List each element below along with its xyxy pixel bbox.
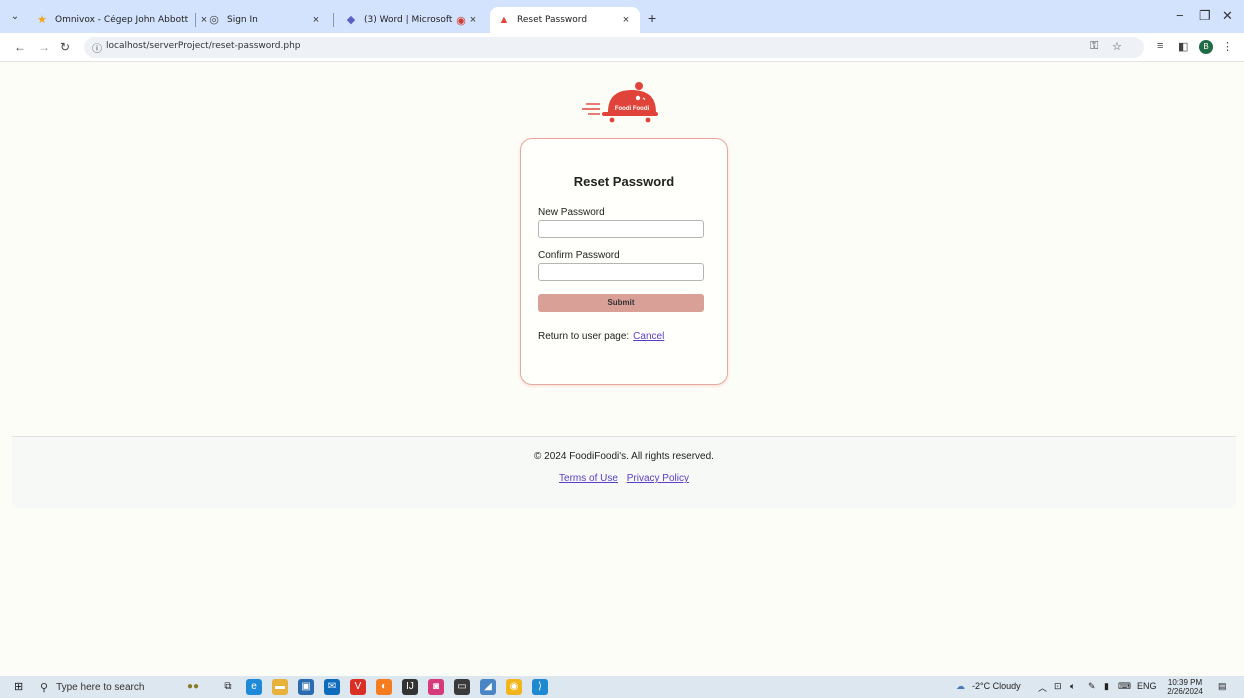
keyboard-icon[interactable]: ⌨ xyxy=(1118,681,1131,692)
password-key-icon[interactable]: ⚿ xyxy=(1090,40,1098,53)
network-icon[interactable]: ⊡ xyxy=(1054,681,1062,692)
file-explorer-icon[interactable]: ▬ xyxy=(272,679,288,695)
tab-title: Sign In xyxy=(227,15,258,25)
minimize-icon[interactable]: − xyxy=(1176,8,1184,23)
window-close-icon[interactable]: ✕ xyxy=(1222,8,1233,24)
firefox-icon[interactable]: ◐ xyxy=(376,679,392,695)
cloud-icon: ☁ xyxy=(956,681,965,691)
reading-list-icon[interactable]: ≡ xyxy=(1157,40,1163,52)
tab-title: Reset Password xyxy=(517,15,588,25)
tab-search-icon[interactable]: ⌄ xyxy=(8,10,22,24)
clock-date: 2/26/2024 xyxy=(1167,687,1203,696)
volume-icon[interactable]: 🔈︎ xyxy=(1070,681,1075,692)
back-icon[interactable]: ← xyxy=(14,40,26,54)
mail-icon[interactable]: ✉ xyxy=(324,679,340,695)
pen-icon[interactable]: ✎ xyxy=(1088,681,1096,692)
return-text: Return to user page: xyxy=(538,331,630,342)
new-password-label: New Password xyxy=(538,207,605,218)
browser-tab[interactable]: ★ Omnivox - Cégep John Abbott × xyxy=(28,7,218,33)
address-bar[interactable]: ⓘ localhost/serverProject/reset-password… xyxy=(84,37,1144,58)
language-indicator[interactable]: ENG xyxy=(1137,681,1157,691)
page-footer: © 2024 FoodiFoodi's. All rights reserved… xyxy=(12,436,1236,508)
browser-tab[interactable]: ◆ (3) Word | Microsoft Teams ◉ × xyxy=(337,7,487,33)
browser-tab[interactable]: ◎ Sign In × xyxy=(200,7,330,33)
taskbar-search[interactable]: ⚲ Type here to search xyxy=(40,677,160,697)
foodi-foodi-logo: Foodi Foodi xyxy=(582,82,658,123)
forward-icon[interactable]: → xyxy=(38,40,50,54)
footer-links: Terms of Use Privacy Policy xyxy=(12,473,1236,484)
ide-icon[interactable]: IJ xyxy=(402,679,418,695)
chrome-icon[interactable]: ◉ xyxy=(506,679,522,695)
windows-taskbar: ⊞ ⚲ Type here to search ●● ⧉ e ▬ ▣ ✉ V ◐… xyxy=(0,676,1244,698)
vscode-icon[interactable]: ⟩ xyxy=(532,679,548,695)
confirm-password-input[interactable] xyxy=(538,263,704,281)
tab-close-icon[interactable]: × xyxy=(467,14,479,26)
bookmark-star-icon[interactable]: ☆ xyxy=(1112,40,1122,53)
mic-icon[interactable]: ▮ xyxy=(1104,681,1109,692)
globe-icon: ◎ xyxy=(209,14,219,26)
teams-icon: ◆ xyxy=(346,14,356,26)
vivaldi-icon[interactable]: V xyxy=(350,679,366,695)
tab-separator xyxy=(333,13,334,27)
windows-start-icon[interactable]: ⊞ xyxy=(14,681,26,693)
weather-text[interactable]: -2°C Cloudy xyxy=(972,681,1021,691)
address-url: localhost/serverProject/reset-password.p… xyxy=(106,41,301,51)
clock-time: 10:39 PM xyxy=(1167,678,1203,687)
new-tab-icon[interactable]: + xyxy=(648,10,656,26)
recording-icon: ◉ xyxy=(456,14,466,27)
reload-icon[interactable]: ↻ xyxy=(60,40,70,54)
notification-icon[interactable]: ▤ xyxy=(1218,681,1227,692)
task-view-icon[interactable]: ⧉ xyxy=(220,679,236,695)
taskbar-clock[interactable]: 10:39 PM 2/26/2024 xyxy=(1162,678,1208,696)
star-icon: ★ xyxy=(37,14,47,26)
new-password-input[interactable] xyxy=(538,220,704,238)
menu-dots-icon[interactable]: ⋮ xyxy=(1222,40,1233,53)
profile-avatar[interactable]: B xyxy=(1199,40,1213,54)
copyright-text: © 2024 FoodiFoodi's. All rights reserved… xyxy=(534,451,714,462)
tray-chevron-icon[interactable]: ︿ xyxy=(1038,681,1047,694)
browser-tab-active[interactable]: ▲ Reset Password × xyxy=(490,7,640,33)
widget-icon[interactable]: ●● xyxy=(180,679,206,695)
tab-title: (3) Word | Microsoft Teams xyxy=(364,15,455,25)
app-icon[interactable]: ◢ xyxy=(480,679,496,695)
browser-toolbar: ← → ↻ ⓘ localhost/serverProject/reset-pa… xyxy=(0,33,1244,62)
side-panel-icon[interactable]: ◧ xyxy=(1178,40,1188,53)
return-line: Return to user page: Cancel xyxy=(538,331,664,342)
search-placeholder: Type here to search xyxy=(56,681,145,693)
form-title: Reset Password xyxy=(573,174,675,189)
terminal-icon[interactable]: ▭ xyxy=(454,679,470,695)
site-info-icon[interactable]: ⓘ xyxy=(92,40,102,55)
logo-text: Foodi Foodi xyxy=(615,106,650,112)
tab-separator xyxy=(195,13,196,27)
submit-button[interactable]: Submit xyxy=(538,294,704,312)
foodi-icon: ▲ xyxy=(498,14,510,26)
reset-password-card: Reset Password New Password Confirm Pass… xyxy=(520,138,728,385)
browser-tab-bar: ⌄ ★ Omnivox - Cégep John Abbott × ◎ Sign… xyxy=(0,0,1244,33)
cancel-link[interactable]: Cancel xyxy=(633,331,664,342)
edge-icon[interactable]: e xyxy=(246,679,262,695)
restore-icon[interactable]: ❐ xyxy=(1199,8,1211,24)
tab-title: Omnivox - Cégep John Abbott xyxy=(55,15,189,25)
app-icon[interactable]: ◙ xyxy=(428,679,444,695)
tab-close-icon[interactable]: × xyxy=(620,14,632,26)
store-icon[interactable]: ▣ xyxy=(298,679,314,695)
tab-close-icon[interactable]: × xyxy=(310,14,322,26)
privacy-policy-link[interactable]: Privacy Policy xyxy=(627,473,689,484)
search-icon: ⚲ xyxy=(40,681,49,694)
terms-of-use-link[interactable]: Terms of Use xyxy=(559,473,618,484)
confirm-password-label: Confirm Password xyxy=(538,250,620,261)
